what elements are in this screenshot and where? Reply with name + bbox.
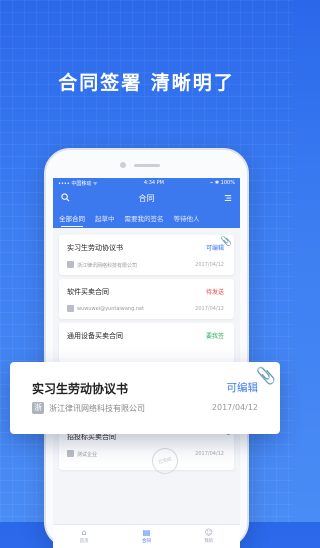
company-icon [67, 450, 74, 457]
menu-icon[interactable] [224, 194, 232, 204]
paperclip-icon: 📎 [220, 237, 232, 247]
tab-waiting-others[interactable]: 等待他人 [174, 209, 200, 227]
contract-title: 实习生劳动协议书 [67, 244, 123, 252]
tabbar-item-contract[interactable]: ▤ 合同 [141, 528, 151, 545]
contract-status: 要我签 [205, 333, 224, 340]
contract-date: 2017/04/12 [195, 306, 224, 312]
bottom-tabbar: ⌂ 首页 ▤ 合同 ☺ 我的 [53, 524, 240, 548]
contract-card[interactable]: 软件买卖合同 待发送 wuwuwei@yuntaiwang.net 2017/0… [59, 279, 234, 319]
contract-company: 测试企业 [77, 452, 98, 458]
completed-stamp: 已完成 [149, 445, 181, 477]
tab-needs-my-signature[interactable]: 需要我的签名 [125, 209, 164, 227]
contract-card[interactable]: 通用设备买卖合同 要我签 [59, 323, 234, 363]
camera-dot [120, 162, 126, 168]
home-icon: ⌂ [81, 528, 87, 537]
tab-all-contracts[interactable]: 全部合同 [59, 209, 85, 227]
contract-company: wuwuwei@yuntaiwang.net [77, 306, 145, 312]
contract-title: 软件买卖合同 [67, 288, 109, 296]
contract-company: 浙江律讯网络科技有限公司 [49, 404, 145, 413]
phone-mockup: •••• 中国移动 ᯤ 4:34 PM ⌁ ✱ 100% 合同 全部合同 起草中… [44, 148, 249, 548]
headline: 合同签署 清晰明了 [58, 72, 235, 94]
contract-card[interactable]: 实习生劳动协议书 可编辑 浙江律讯网络科技有限公司 2017/04/12 📎 [59, 235, 234, 275]
tabbar-item-home[interactable]: ⌂ 首页 [79, 528, 89, 545]
speaker-slot [134, 164, 160, 167]
company-icon [67, 261, 74, 268]
contract-icon: ▤ [142, 528, 151, 537]
tab-drafting[interactable]: 起草中 [95, 209, 115, 227]
contract-title: 实习生劳动协议书 [32, 382, 129, 396]
company-badge-icon: 浙 [32, 402, 44, 414]
tabbar-label: 首页 [79, 539, 89, 544]
contract-company: 浙江律讯网络科技有限公司 [77, 263, 138, 269]
contract-status: 可编辑 [226, 382, 259, 394]
battery-text: ⌁ ✱ 100% [210, 180, 235, 186]
filter-tabs: 全部合同 起草中 需要我的签名 等待他人 [53, 208, 240, 228]
search-icon[interactable] [61, 193, 70, 204]
status-bar: •••• 中国移动 ᯤ 4:34 PM ⌁ ✱ 100% [53, 178, 240, 188]
navbar: 合同 [53, 188, 240, 208]
highlighted-contract-card[interactable]: 实习生劳动协议书 可编辑 浙 浙江律讯网络科技有限公司 2017/04/12 📎 [10, 362, 280, 434]
carrier-text: •••• 中国移动 ᯤ [58, 180, 98, 187]
company-icon [67, 305, 74, 312]
contract-date: 2017/04/12 [211, 403, 258, 412]
profile-icon: ☺ [204, 528, 213, 537]
time-text: 4:34 PM [143, 180, 164, 186]
tabbar-item-profile[interactable]: ☺ 我的 [204, 528, 214, 545]
tabbar-label: 合同 [141, 539, 151, 544]
navbar-title: 合同 [138, 193, 155, 203]
contract-status: 待发送 [205, 289, 224, 296]
contract-date: 2017/04/12 [195, 262, 224, 268]
contract-title: 通用设备买卖合同 [67, 332, 123, 340]
contract-date: 2017/04/12 [195, 451, 224, 457]
paperclip-icon: 📎 [256, 366, 276, 385]
tabbar-label: 我的 [204, 539, 214, 544]
